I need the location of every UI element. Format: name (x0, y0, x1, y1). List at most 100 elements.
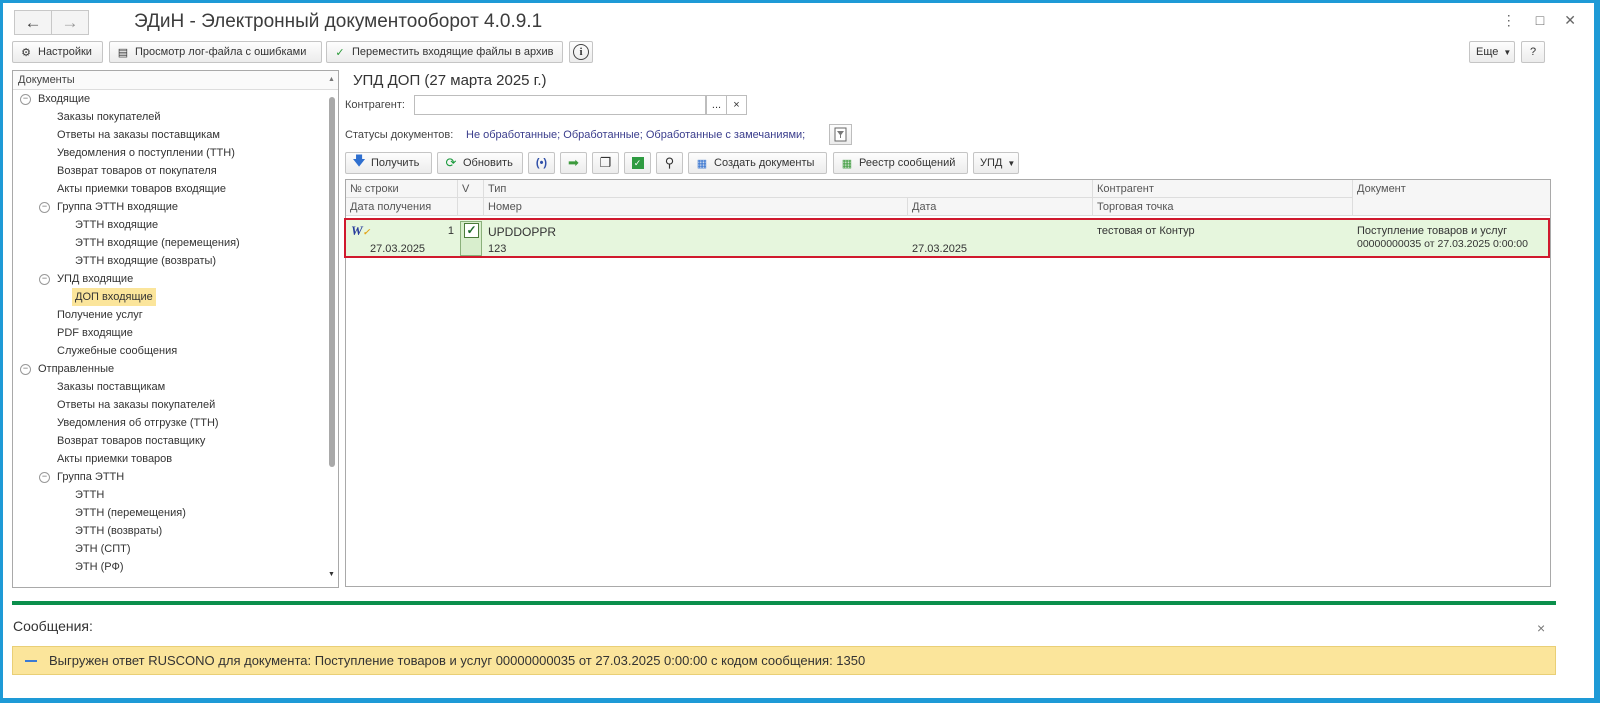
doc-arrow-icon: ➡ (568, 155, 579, 170)
tree-node-supplier-orders[interactable]: Заказы поставщикам (57, 378, 165, 396)
more-label: Еще (1476, 46, 1499, 58)
col-header-date[interactable]: Дата (908, 198, 1093, 216)
settings-label: Настройки (38, 46, 92, 58)
scroll-up-icon[interactable]: ▲ (328, 76, 335, 83)
tree-node-customer-returns[interactable]: Возврат товаров от покупателя (57, 162, 217, 180)
statuses-link[interactable]: Не обработанные; Обработанные; Обработан… (466, 129, 805, 141)
tree-node-ettn[interactable]: ЭТТН (75, 486, 104, 504)
scrollbar-thumb[interactable] (329, 97, 335, 467)
tree-node-dop-incoming[interactable]: ДОП входящие (72, 288, 156, 306)
check-doc-icon: ✓ (631, 157, 644, 169)
tree-node-sent[interactable]: Отправленные (38, 360, 114, 378)
registry-icon: ▦ (841, 157, 853, 170)
col-header-date-received[interactable]: Дата получения (346, 198, 458, 216)
more-vert-icon[interactable]: ⋮ (1502, 12, 1516, 29)
tree-node-ettn-group-incoming[interactable]: Группа ЭТТН входящие (57, 198, 178, 216)
window-title: ЭДиН - Электронный документооборот 4.0.9… (134, 11, 543, 32)
tree-node-ettn-incoming-returns[interactable]: ЭТТН входящие (возвраты) (75, 252, 216, 270)
message-text: Выгружен ответ RUSCONO для документа: По… (49, 653, 866, 668)
collapse-incoming-icon[interactable]: − (20, 94, 31, 105)
tree-node-etn-spt[interactable]: ЭТН (СПТ) (75, 540, 131, 558)
copy-icon: ❐ (599, 155, 612, 170)
tree-node-pdf-incoming[interactable]: PDF входящие (57, 324, 133, 342)
copy-button[interactable]: ❐ (592, 152, 619, 174)
collapse-upd-incoming-icon[interactable]: − (39, 274, 50, 285)
tree-node-customer-orders[interactable]: Заказы покупателей (57, 108, 161, 126)
tree-node-ettn-incoming-transfers[interactable]: ЭТТН входящие (перемещения) (75, 234, 240, 252)
tree-node-services-received[interactable]: Получение услуг (57, 306, 143, 324)
create-docs-icon: ▦ (696, 157, 708, 170)
collapse-ettn-group-icon[interactable]: − (39, 472, 50, 483)
upd-dropdown-button[interactable]: УПД ▼ (973, 152, 1019, 174)
collapse-ettn-incoming-icon[interactable]: − (39, 202, 50, 213)
log-file-icon: ▤ (117, 46, 129, 59)
tree-node-order-responses-customers[interactable]: Ответы на заказы покупателей (57, 396, 215, 414)
receive-button[interactable]: 🡇 Получить (345, 152, 432, 174)
dropdown-arrow-icon: ▼ (1503, 47, 1512, 57)
col-header-number[interactable]: Номер (484, 198, 908, 216)
collapse-sent-icon[interactable]: − (20, 364, 31, 375)
mark-processed-button[interactable]: ✓ (624, 152, 651, 174)
refresh-button[interactable]: ⟳ Обновить (437, 152, 523, 174)
kontragent-clear-button[interactable]: × (726, 95, 747, 115)
search-button[interactable]: ⚲ (656, 152, 683, 174)
settings-button[interactable]: ⚙ Настройки (12, 41, 103, 63)
tree-node-ettn-returns[interactable]: ЭТТН (возвраты) (75, 522, 162, 540)
col-header-v[interactable]: V (458, 180, 484, 198)
status-filter-button[interactable] (829, 124, 852, 145)
move-archive-button[interactable]: ✓ Переместить входящие файлы в архив (326, 41, 563, 63)
col-header-type[interactable]: Тип (484, 180, 1093, 198)
close-icon[interactable]: ✕ (1564, 12, 1576, 29)
view-log-button[interactable]: ▤ Просмотр лог-файла с ошибками (109, 41, 322, 63)
signal-icon: (•) (535, 157, 548, 169)
tree-node-ettn-incoming[interactable]: ЭТТН входящие (75, 216, 158, 234)
registry-label: Реестр сообщений (859, 157, 956, 169)
forward-arrow-icon[interactable]: → (52, 10, 89, 35)
tree-scrollbar[interactable]: ▲ ▼ (328, 76, 336, 583)
kontragent-select-button[interactable]: ... (706, 95, 727, 115)
more-button[interactable]: Еще ▼ (1469, 41, 1515, 63)
search-icon: ⚲ (664, 155, 675, 170)
tree-node-order-responses-suppliers[interactable]: Ответы на заказы поставщикам (57, 126, 220, 144)
help-button[interactable]: ? (1521, 41, 1545, 63)
info-icon: i (573, 44, 589, 60)
tree-node-incoming[interactable]: Входящие (38, 90, 90, 108)
kontragent-input[interactable] (414, 95, 706, 115)
tree-node-ettn-transfers[interactable]: ЭТТН (перемещения) (75, 504, 186, 522)
tree-node-shipment-notices[interactable]: Уведомления об отгрузке (ТТН) (57, 414, 219, 432)
messages-close-icon[interactable]: × (1537, 620, 1545, 636)
dropdown-arrow-icon: ▼ (1007, 158, 1016, 168)
info-button[interactable]: i (569, 41, 593, 63)
col-header-trade-point[interactable]: Торговая точка (1093, 198, 1353, 216)
page-title: УПД ДОП (27 марта 2025 г.) (353, 72, 547, 89)
maximize-icon[interactable]: □ (1536, 12, 1544, 29)
back-arrow-icon[interactable]: ← (14, 10, 52, 35)
scroll-down-icon[interactable]: ▼ (328, 571, 335, 578)
tree-node-acceptance-acts-incoming[interactable]: Акты приемки товаров входящие (57, 180, 226, 198)
message-item[interactable]: Выгружен ответ RUSCONO для документа: По… (12, 646, 1556, 675)
tree-node-ettn-group[interactable]: Группа ЭТТН (57, 468, 124, 486)
registry-button[interactable]: ▦ Реестр сообщений (833, 152, 968, 174)
col-header-kontragent[interactable]: Контрагент (1093, 180, 1353, 198)
messages-title: Сообщения: (13, 618, 93, 634)
col-header-document[interactable]: Документ (1353, 180, 1550, 216)
tree-node-supplier-returns[interactable]: Возврат товаров поставщику (57, 432, 205, 450)
tree-node-acceptance-acts[interactable]: Акты приемки товаров (57, 450, 172, 468)
refresh-icon: ⟳ (445, 155, 457, 170)
app-window: ← → ЭДиН - Электронный документооборот 4… (3, 3, 1594, 698)
help-label: ? (1529, 46, 1537, 58)
exchange-button[interactable]: (•) (528, 152, 555, 174)
message-dash-icon (25, 659, 37, 662)
col-header-v-blank (458, 198, 484, 216)
tree-node-service-messages[interactable]: Служебные сообщения (57, 342, 177, 360)
kontragent-label: Контрагент: (345, 99, 405, 111)
gear-icon: ⚙ (21, 46, 31, 59)
tree-node-etn-rf[interactable]: ЭТН (РФ) (75, 558, 124, 576)
create-documents-button[interactable]: ▦ Создать документы (688, 152, 827, 174)
tree-node-upd-incoming[interactable]: УПД входящие (57, 270, 133, 288)
filter-icon (834, 127, 847, 142)
col-header-row-no[interactable]: № строки (346, 180, 458, 198)
export-button[interactable]: ➡ (560, 152, 587, 174)
tree-node-receipt-notices[interactable]: Уведомления о поступлении (ТТН) (57, 144, 235, 162)
tree-header: Документы (13, 71, 338, 90)
